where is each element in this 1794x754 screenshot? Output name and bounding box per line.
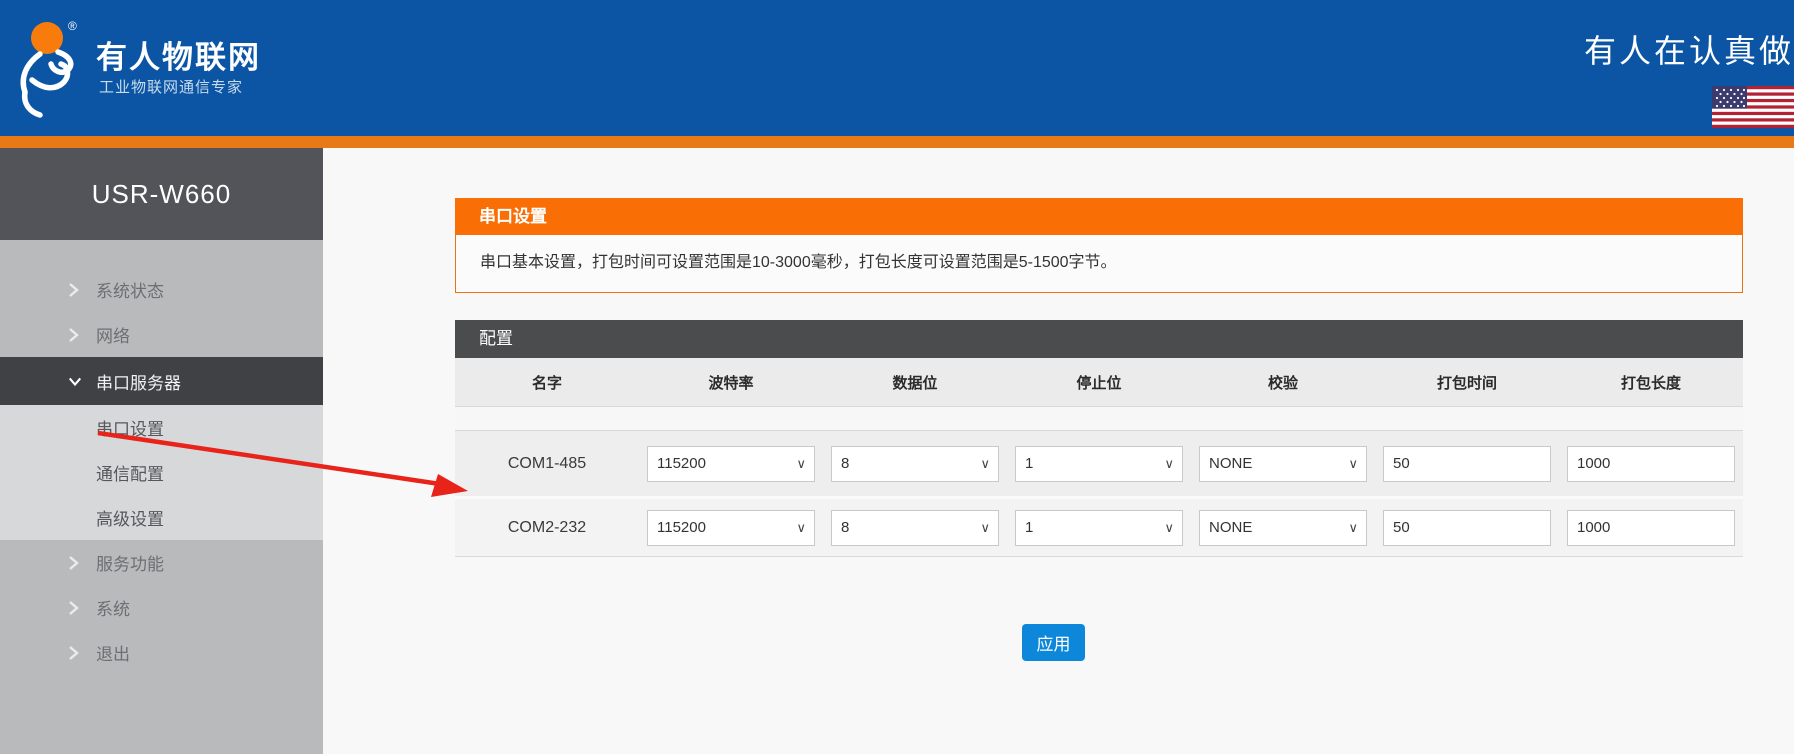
data-bits-select[interactable]: 8 [831, 446, 999, 482]
column-header-stop-bits: 停止位 [1007, 372, 1191, 393]
row-name: COM1-485 [455, 455, 639, 473]
top-header: ® 有人物联网 工业物联网通信专家 有人在认真做 [0, 0, 1794, 136]
config-title-bar: 配置 [455, 320, 1743, 358]
sidebar-subitem-label: 串口设置 [96, 415, 164, 440]
sidebar-item-label: 服务功能 [96, 550, 164, 575]
sidebar-menu: 系统状态 网络 串口服务器 串口设置 通信配置 [0, 240, 323, 675]
device-model: USR-W660 [92, 179, 231, 210]
column-header-data-bits: 数据位 [823, 372, 1007, 393]
table-header-row: 名字 波特率 数据位 停止位 校验 打包时间 打包长度 [455, 358, 1743, 407]
pack-length-input[interactable] [1567, 510, 1735, 546]
device-block: USR-W660 [0, 148, 323, 240]
chevron-down-icon [68, 376, 82, 387]
sidebar-item-label: 网络 [96, 322, 130, 347]
row-name: COM2-232 [455, 519, 639, 537]
sidebar-item-label: 系统 [96, 595, 130, 620]
section-description: 串口基本设置，打包时间可设置范围是10-3000毫秒，打包长度可设置范围是5-1… [480, 254, 1117, 271]
sidebar-item-label: 系统状态 [96, 277, 164, 302]
brand-name: 有人物联网 [96, 32, 261, 77]
us-flag-language-icon[interactable] [1712, 86, 1794, 128]
config-section: 配置 名字 波特率 数据位 停止位 校验 打包时间 打包长度 COM1-485 … [455, 320, 1743, 557]
data-bits-select[interactable]: 8 [831, 510, 999, 546]
sidebar-subitem-comm-config[interactable]: 通信配置 [0, 450, 323, 495]
chevron-right-icon [68, 555, 82, 571]
table-row-com1: COM1-485 115200 ∨ 8 ∨ 1 ∨ NONE ∨ [455, 431, 1743, 496]
chevron-right-icon [68, 645, 82, 661]
chevron-right-icon [68, 327, 82, 343]
chevron-right-icon [68, 282, 82, 298]
serial-settings-section: 串口设置 串口基本设置，打包时间可设置范围是10-3000毫秒，打包长度可设置范… [455, 198, 1743, 293]
stop-bits-select[interactable]: 1 [1015, 510, 1183, 546]
sidebar-item-label: 退出 [96, 640, 130, 665]
sidebar-item-network[interactable]: 网络 [0, 312, 323, 357]
table-row-com2: COM2-232 115200 ∨ 8 ∨ 1 ∨ NONE ∨ [455, 499, 1743, 557]
sidebar-subitem-advanced-settings[interactable]: 高级设置 [0, 495, 323, 540]
pack-time-input[interactable] [1383, 446, 1551, 482]
sidebar: USR-W660 系统状态 网络 串口服务器 [0, 148, 323, 754]
sidebar-item-logout[interactable]: 退出 [0, 630, 323, 675]
column-header-pack-length: 打包长度 [1559, 372, 1743, 393]
parity-select[interactable]: NONE [1199, 510, 1367, 546]
sidebar-item-system-status[interactable]: 系统状态 [0, 267, 323, 312]
sidebar-subitem-label: 通信配置 [96, 460, 164, 485]
pack-length-input[interactable] [1567, 446, 1735, 482]
chevron-right-icon [68, 600, 82, 616]
section-description-box: 串口基本设置，打包时间可设置范围是10-3000毫秒，打包长度可设置范围是5-1… [455, 235, 1743, 293]
config-title: 配置 [479, 329, 513, 348]
column-header-name: 名字 [455, 372, 639, 393]
usr-mascot-logo-icon: ® [10, 16, 90, 120]
parity-select[interactable]: NONE [1199, 446, 1367, 482]
sidebar-item-label: 串口服务器 [96, 369, 181, 394]
column-header-baud: 波特率 [639, 372, 823, 393]
sidebar-item-service-functions[interactable]: 服务功能 [0, 540, 323, 585]
sidebar-item-system[interactable]: 系统 [0, 585, 323, 630]
column-header-pack-time: 打包时间 [1375, 372, 1559, 393]
sidebar-subitem-serial-settings[interactable]: 串口设置 [0, 405, 323, 450]
page: ® 有人物联网 工业物联网通信专家 有人在认真做 [0, 0, 1794, 754]
brand-slogan: 工业物联网通信专家 [99, 76, 243, 97]
sidebar-subitem-label: 高级设置 [96, 505, 164, 530]
section-title: 串口设置 [479, 207, 547, 226]
orange-divider [0, 136, 1794, 148]
registered-mark: ® [68, 19, 77, 33]
table-spacer-row [455, 407, 1743, 431]
header-tagline: 有人在认真做 [1584, 26, 1794, 72]
pack-time-input[interactable] [1383, 510, 1551, 546]
baud-select[interactable]: 115200 [647, 510, 815, 546]
baud-select[interactable]: 115200 [647, 446, 815, 482]
column-header-parity: 校验 [1191, 372, 1375, 393]
section-title-bar: 串口设置 [455, 198, 1743, 235]
sidebar-item-serial-server[interactable]: 串口服务器 [0, 357, 323, 405]
stop-bits-select[interactable]: 1 [1015, 446, 1183, 482]
apply-button[interactable]: 应用 [1022, 624, 1085, 661]
serial-server-submenu: 串口设置 通信配置 高级设置 [0, 405, 323, 540]
